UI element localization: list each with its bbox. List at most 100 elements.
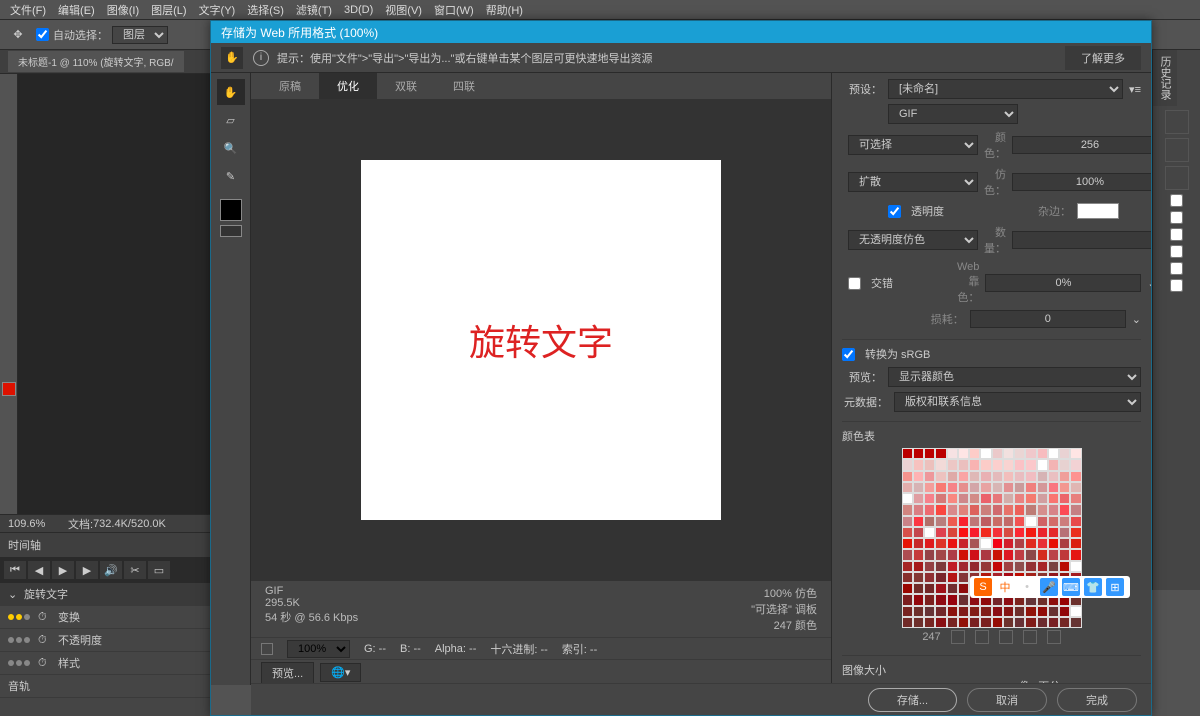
preview-canvas[interactable]: 旋转文字 — [251, 99, 831, 581]
layer-vis-5[interactable] — [1170, 262, 1183, 275]
tool-move[interactable] — [1, 77, 17, 96]
colors-input[interactable] — [1012, 136, 1151, 154]
ime-toolbar[interactable]: S 中 • 🎤 ⌨ 👕 ⊞ — [970, 576, 1130, 598]
history-panel-tab[interactable]: 历史记录 — [1153, 50, 1177, 106]
menu-image[interactable]: 图像(I) — [101, 2, 145, 18]
layer-vis-2[interactable] — [1170, 211, 1183, 224]
tool-hand[interactable] — [1, 337, 17, 356]
dither-select[interactable]: 扩散 — [848, 172, 978, 192]
zoom-select[interactable]: 100% — [287, 640, 350, 658]
ime-logo-icon[interactable]: S — [974, 578, 992, 596]
timeline-header[interactable]: 时间轴 — [0, 533, 210, 557]
dlg-hand-tool[interactable]: ✋ — [217, 79, 245, 105]
websnap-dropdown-icon[interactable]: ⌄ — [1147, 277, 1151, 290]
websnap-input[interactable] — [985, 274, 1141, 292]
stopwatch-icon[interactable]: ⏱ — [38, 611, 52, 624]
tool-wand[interactable] — [1, 137, 17, 156]
layer-vis-3[interactable] — [1170, 228, 1183, 241]
ime-lang[interactable]: 中 — [996, 578, 1014, 596]
tl-first-icon[interactable]: ⏮ — [4, 561, 26, 579]
tool-gradient[interactable] — [1, 257, 17, 276]
foreground-swatch[interactable] — [2, 382, 16, 396]
tool-crop[interactable] — [1, 157, 17, 176]
tool-zoom[interactable] — [1, 357, 17, 376]
ct-icon-2[interactable] — [975, 630, 989, 644]
stopwatch-icon[interactable]: ⏱ — [38, 657, 52, 670]
autoselect-target[interactable]: 图层 — [112, 26, 168, 44]
move-panel-icon[interactable] — [1165, 166, 1189, 190]
ime-menu-icon[interactable]: ⊞ — [1106, 578, 1124, 596]
hand-tool-icon[interactable]: ✋ — [221, 47, 243, 69]
menu-filter[interactable]: 滤镜(T) — [290, 2, 338, 18]
tool-shape[interactable] — [1, 317, 17, 336]
menu-3d[interactable]: 3D(D) — [338, 4, 379, 16]
lossy-dropdown-icon[interactable]: ⌄ — [1132, 313, 1141, 326]
dlg-color-swatch[interactable] — [220, 199, 242, 221]
tab-2up[interactable]: 双联 — [377, 73, 435, 99]
layer-vis-1[interactable] — [1170, 194, 1183, 207]
tab-optimized[interactable]: 优化 — [319, 73, 377, 99]
ct-icon-3[interactable] — [999, 630, 1013, 644]
timeline-audio-row[interactable]: 音轨 — [0, 675, 210, 698]
chevron-down-icon[interactable]: ⌄ — [8, 588, 20, 601]
menu-edit[interactable]: 编辑(E) — [52, 2, 101, 18]
ime-punct-icon[interactable]: • — [1018, 578, 1036, 596]
tool-stamp[interactable] — [1, 217, 17, 236]
stopwatch-icon[interactable]: ⏱ — [38, 634, 52, 647]
ct-icon-4[interactable] — [1023, 630, 1037, 644]
tool-lasso[interactable] — [1, 117, 17, 136]
learn-more-button[interactable]: 了解更多 — [1065, 46, 1141, 70]
timeline-layer-row[interactable]: ⌄ 旋转文字 — [0, 583, 210, 606]
dlg-slice-tool[interactable]: ▱ — [217, 107, 245, 133]
matte-swatch[interactable] — [1077, 203, 1119, 219]
reduction-select[interactable]: 可选择 — [848, 135, 978, 155]
menu-layer[interactable]: 图层(L) — [145, 2, 192, 18]
document-tab[interactable]: 未标题-1 @ 110% (旋转文字, RGB/ — [8, 51, 184, 72]
done-button[interactable]: 完成 — [1057, 688, 1137, 712]
dither-input[interactable] — [1012, 173, 1151, 191]
preview-browser-button[interactable]: 预览... — [261, 662, 314, 684]
menu-view[interactable]: 视图(V) — [379, 2, 428, 18]
tl-trans-icon[interactable]: ▭ — [148, 561, 170, 579]
cancel-button[interactable]: 取消 — [967, 688, 1047, 712]
metadata-select[interactable]: 版权和联系信息 — [894, 392, 1141, 412]
autoselect-checkbox[interactable] — [36, 28, 49, 41]
lossy-input[interactable] — [970, 310, 1126, 328]
text-panel-icon[interactable] — [1165, 138, 1189, 162]
timeline-prop-transform[interactable]: ⏱ 变换 — [0, 606, 210, 629]
tl-split-icon[interactable]: ✂ — [124, 561, 146, 579]
timeline-prop-opacity[interactable]: ⏱ 不透明度 — [0, 629, 210, 652]
ime-skin-icon[interactable]: 👕 — [1084, 578, 1102, 596]
color-table-grid[interactable] — [902, 448, 1082, 628]
menu-window[interactable]: 窗口(W) — [428, 2, 480, 18]
tool-eraser[interactable] — [1, 237, 17, 256]
keyframe-next-icon[interactable] — [24, 614, 30, 620]
tl-play-icon[interactable]: ▶ — [52, 561, 74, 579]
preset-menu-icon[interactable]: ▾≡ — [1129, 83, 1141, 96]
tool-brush[interactable] — [1, 197, 17, 216]
tool-pen[interactable] — [1, 277, 17, 296]
tl-audio-icon[interactable]: 🔊 — [100, 561, 122, 579]
ct-icon-1[interactable] — [951, 630, 965, 644]
tl-prev-icon[interactable]: ◀ — [28, 561, 50, 579]
dlg-eyedropper-tool[interactable]: ✎ — [217, 163, 245, 189]
srgb-checkbox[interactable] — [842, 348, 855, 361]
preview-select[interactable]: 显示器颜色 — [888, 367, 1141, 387]
tab-4up[interactable]: 四联 — [435, 73, 493, 99]
layer-vis-6[interactable] — [1170, 279, 1183, 292]
brush-panel-icon[interactable] — [1165, 110, 1189, 134]
menu-file[interactable]: 文件(F) — [4, 2, 52, 18]
timeline-prop-style[interactable]: ⏱ 样式 — [0, 652, 210, 675]
format-select[interactable]: GIF — [888, 104, 1018, 124]
ime-keyboard-icon[interactable]: ⌨ — [1062, 578, 1080, 596]
dlg-slice-vis[interactable] — [220, 225, 242, 237]
tool-text[interactable] — [1, 297, 17, 316]
ct-trash-icon[interactable] — [1047, 630, 1061, 644]
keyframe-add-icon[interactable] — [16, 614, 22, 620]
zoom-level[interactable]: 109.6% — [8, 518, 68, 530]
trans-dither-select[interactable]: 无透明度仿色 — [848, 230, 978, 250]
transparency-checkbox[interactable] — [888, 205, 901, 218]
layer-vis-4[interactable] — [1170, 245, 1183, 258]
interlace-checkbox[interactable] — [848, 277, 861, 290]
tool-marquee[interactable] — [1, 97, 17, 116]
